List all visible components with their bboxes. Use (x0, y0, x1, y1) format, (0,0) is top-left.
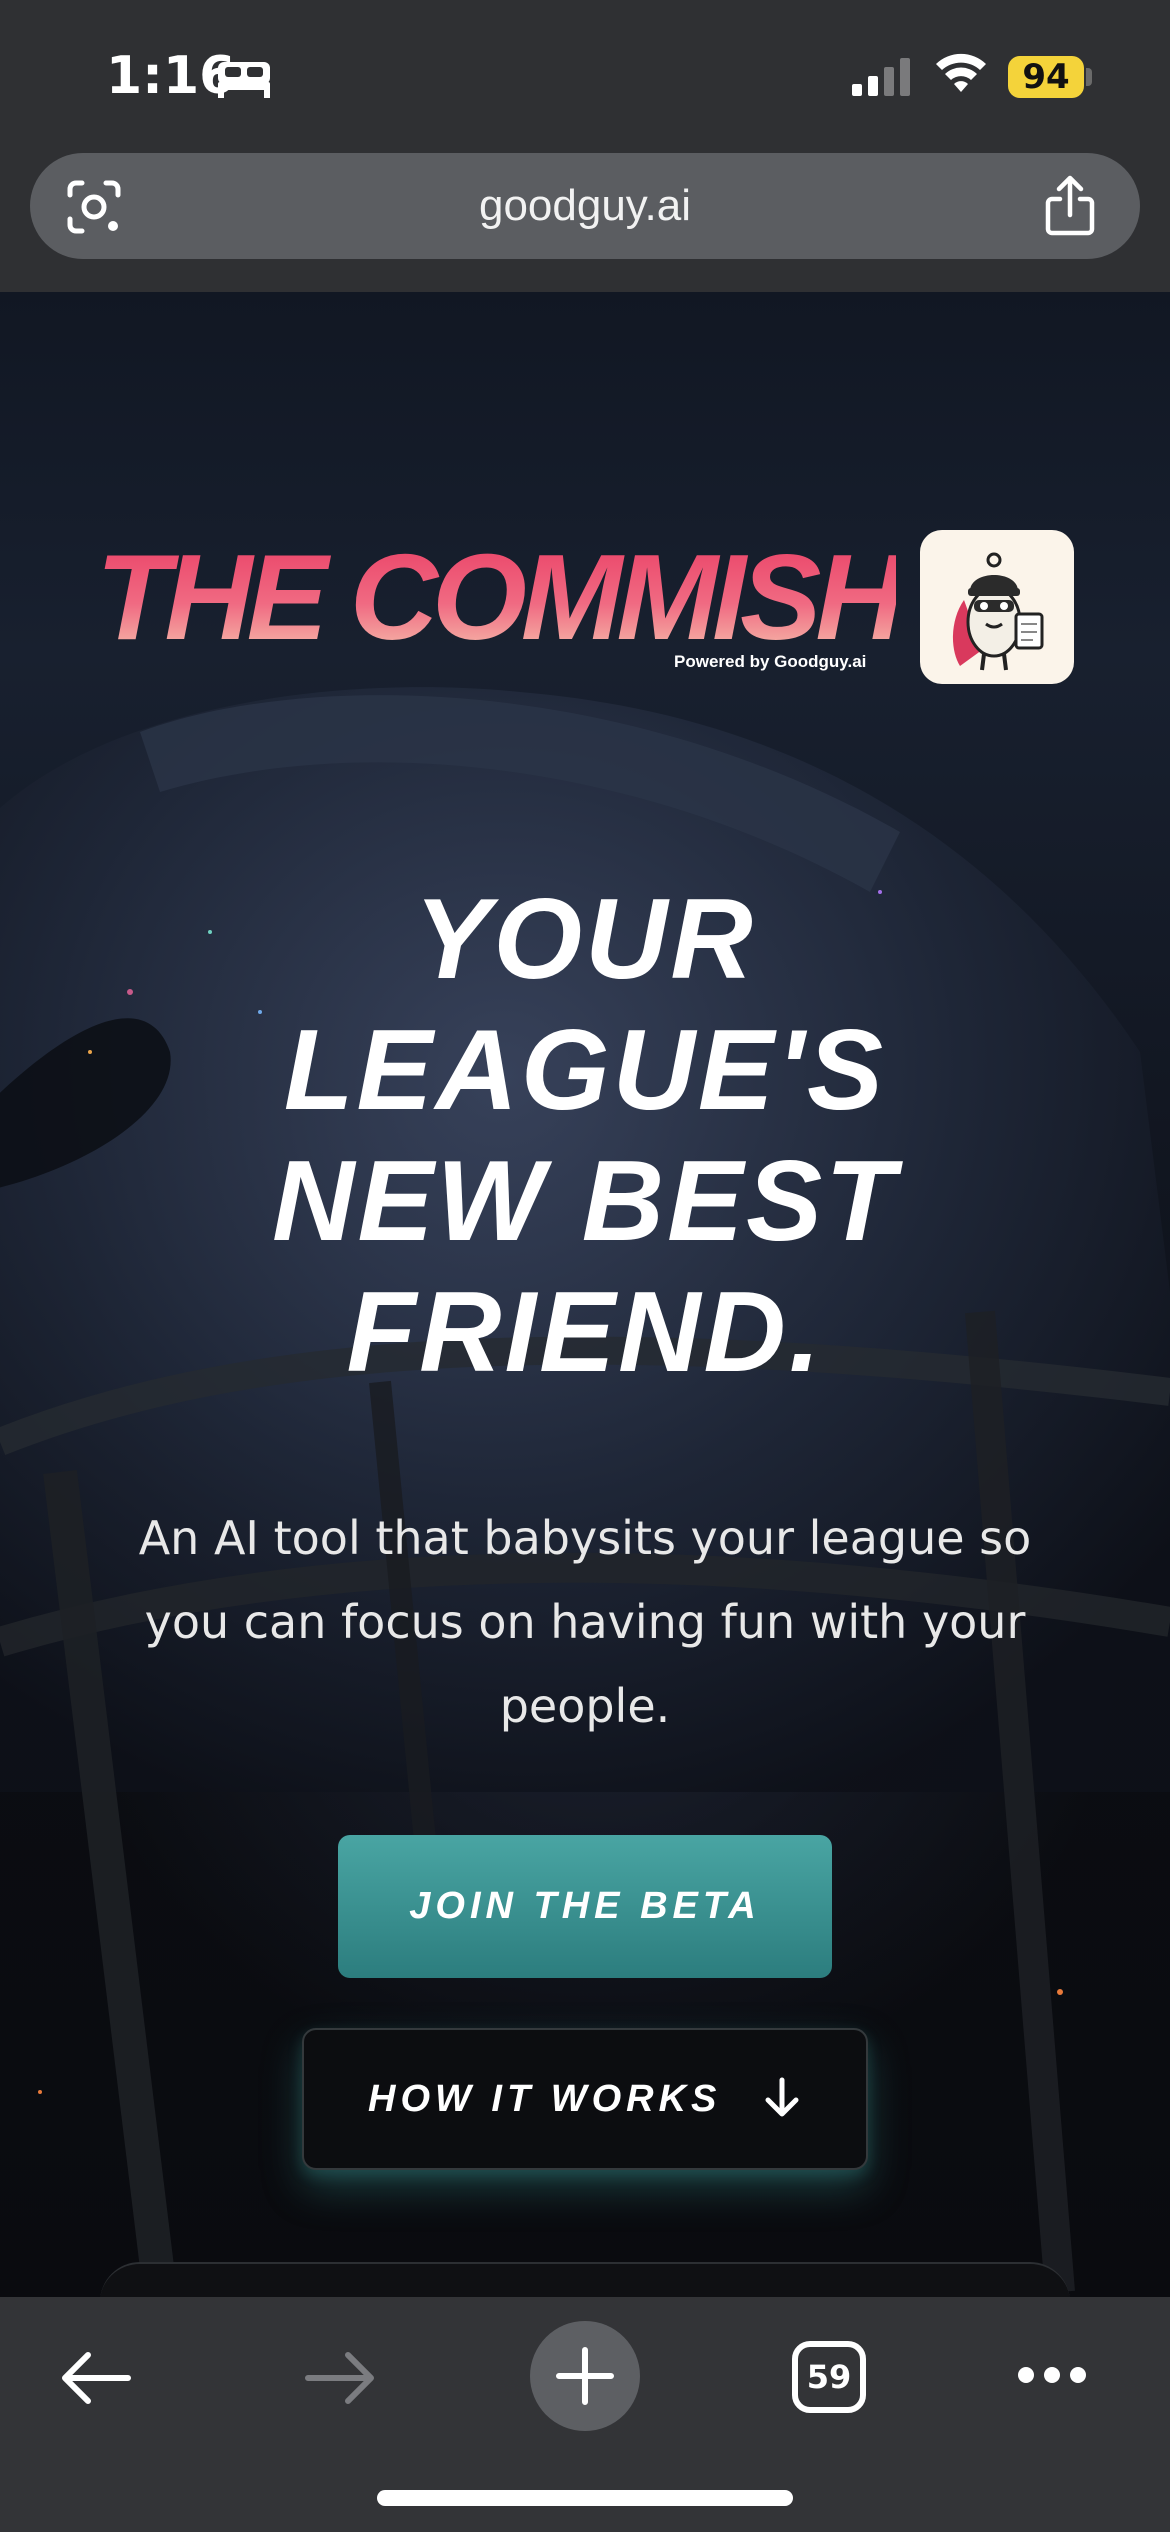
back-arrow-icon[interactable] (58, 2345, 134, 2411)
new-tab-button[interactable] (530, 2321, 640, 2431)
logo-wordmark: THE COMMISH (96, 529, 904, 665)
logo-tagline: Powered by Goodguy.ai (674, 652, 867, 671)
headline-line-2: LEAGUE'S (283, 1007, 887, 1134)
how-it-works-button[interactable]: HOW IT WORKS (302, 2028, 868, 2170)
address-bar[interactable]: goodguy.ai (30, 153, 1140, 259)
headline-line-4: FRIEND. (346, 1269, 824, 1396)
next-section-card (100, 2262, 1070, 2297)
join-beta-button[interactable]: JOIN THE BETA (338, 1835, 832, 1978)
home-indicator[interactable] (377, 2490, 793, 2506)
hero-headline: YOUR LEAGUE'S NEW BEST FRIEND. (0, 874, 1170, 1398)
how-it-works-label: HOW IT WORKS (368, 2078, 722, 2120)
battery-indicator: 94 (1008, 56, 1084, 98)
arrow-down-icon (765, 2077, 799, 2117)
forward-arrow-icon[interactable] (302, 2345, 378, 2411)
wifi-icon (936, 53, 986, 92)
headline-line-3: NEW BEST (272, 1138, 898, 1265)
more-options-icon[interactable] (1016, 2363, 1088, 2387)
hero-subtext: An AI tool that babysits your league so … (138, 1511, 1032, 1733)
tab-switcher-button[interactable]: 59 (792, 2341, 866, 2413)
share-icon[interactable] (1042, 175, 1098, 237)
url-text[interactable]: goodguy.ai (30, 153, 1140, 259)
headline-line-1: YOUR (414, 876, 756, 1003)
bed-icon (218, 62, 270, 98)
battery-cap (1086, 68, 1092, 86)
webpage-hero: THE COMMISH Powered by Goodguy.ai YOUR L… (0, 292, 1170, 2297)
cellular-signal-icon (852, 58, 910, 96)
plus-icon (556, 2347, 614, 2405)
screen: 1:16 94 goodguy.ai THE COMMISH Powered b… (0, 0, 1170, 2532)
mascot-logo-icon (920, 530, 1074, 684)
status-bar: 1:16 94 (0, 0, 1170, 150)
